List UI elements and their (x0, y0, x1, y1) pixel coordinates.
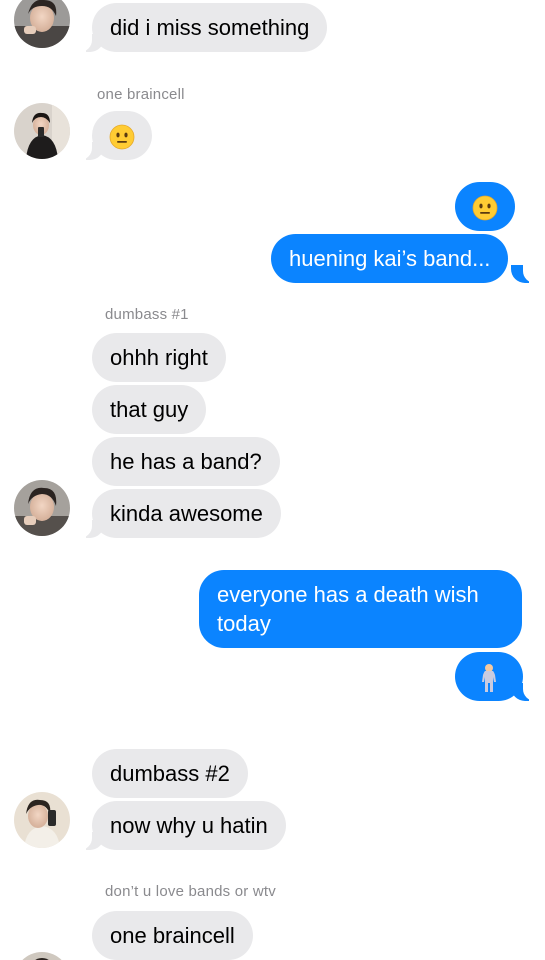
bubble-tail (511, 261, 537, 283)
neutral-face-icon (472, 195, 498, 221)
sender-name: dumbass #1 (105, 306, 189, 323)
message-bubble-incoming[interactable]: one braincell (92, 911, 253, 960)
message-text: one braincell (110, 923, 235, 948)
message-text: huening kai’s band... (289, 246, 491, 271)
message-text: now why u hatin (110, 813, 268, 838)
avatar[interactable] (14, 792, 70, 848)
message-text: kinda awesome (110, 501, 263, 526)
message-bubble-incoming[interactable]: kinda awesome (92, 489, 281, 538)
bubble-tail (78, 828, 104, 850)
message-text: everyone has a death wish today (217, 582, 479, 636)
message-bubble-incoming[interactable]: did i miss something (92, 3, 328, 52)
sender-name: one braincell (97, 86, 185, 103)
message-bubble-outgoing[interactable]: huening kai’s band... (271, 234, 509, 283)
avatar[interactable] (14, 952, 70, 960)
message-text: he has a band? (110, 449, 262, 474)
message-bubble-outgoing[interactable]: everyone has a death wish today (199, 570, 522, 648)
message-bubble-incoming[interactable]: dumbass #2 (92, 749, 248, 798)
bubble-tail (78, 138, 104, 160)
bubble-tail (511, 679, 537, 701)
message-bubble-incoming[interactable]: ohhh right (92, 333, 226, 382)
message-text: that guy (110, 397, 189, 422)
message-bubble-incoming[interactable]: he has a band? (92, 437, 280, 486)
avatar[interactable] (14, 480, 70, 536)
bubble-tail (78, 30, 104, 52)
message-bubble-outgoing[interactable] (455, 182, 515, 231)
message-bubble-incoming[interactable]: that guy (92, 385, 207, 434)
message-text: did i miss something (110, 15, 310, 40)
neutral-face-icon (109, 124, 135, 150)
sender-name: don’t u love bands or wtv (105, 883, 276, 900)
standing-person-icon (482, 664, 496, 693)
avatar[interactable] (14, 0, 70, 48)
bubble-tail (78, 516, 104, 538)
avatar[interactable] (14, 103, 70, 159)
message-bubble-incoming[interactable]: now why u hatin (92, 801, 286, 850)
message-text: dumbass #2 (110, 761, 230, 786)
message-text: ohhh right (110, 345, 208, 370)
